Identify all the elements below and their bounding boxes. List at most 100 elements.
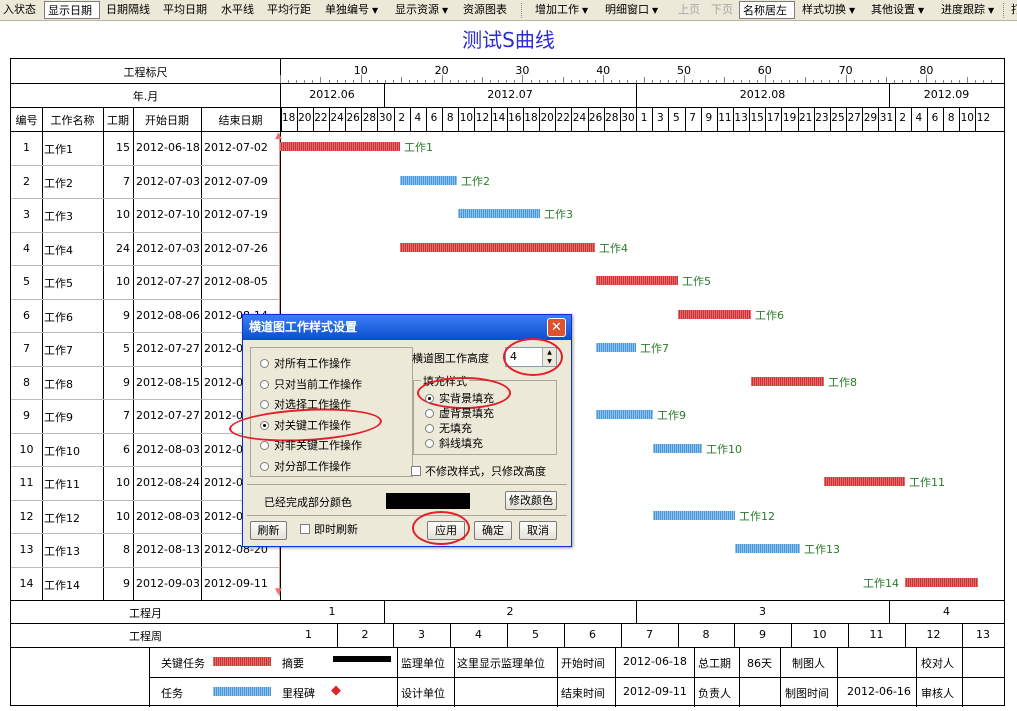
scope-option-radio[interactable]: 对选择工作操作 [260,398,351,412]
task-bar[interactable] [280,142,400,151]
month-header: 2012.09 [923,88,970,101]
change-color-button[interactable]: 修改颜色 [505,491,557,510]
table-row[interactable]: 12 工作12 10 2012-08-03 2012-0 [11,500,280,534]
toolbar-button-6[interactable]: 单独编号 ▼ [322,1,390,19]
close-icon[interactable]: ✕ [547,318,566,337]
day-label: 26 [588,112,603,124]
toolbar-button-11[interactable]: 上页 [675,1,705,19]
table-row[interactable]: 3 工作3 10 2012-07-10 2012-07-19 [11,198,280,232]
day-label: 2 [899,112,907,124]
table-row[interactable]: 8 工作8 9 2012-08-15 2012-0 [11,366,280,400]
toolbar-button-14[interactable]: 样式切换 ▼ [799,1,873,19]
toolbar-button-13[interactable]: 名称居左 [739,1,795,19]
instant-refresh-checkbox[interactable]: 即时刷新 [300,523,358,537]
toolbar-label: 入状态 [3,3,36,16]
table-row[interactable]: 14 工作14 9 2012-09-03 2012-09-11 [11,567,280,601]
scope-option-radio[interactable]: 只对当前工作操作 [260,378,362,392]
table-row[interactable]: 2 工作2 7 2012-07-03 2012-07-09 [11,165,280,199]
ruler-tick [304,80,306,83]
task-bar[interactable] [653,443,702,453]
legend-summary-label: 摘要 [282,657,304,670]
ruler-tick [336,80,338,83]
footer-month: 1 [328,605,336,618]
day-label: 29 [863,112,878,124]
day-label: 27 [847,112,861,124]
scope-option-label: 对选择工作操作 [274,398,351,411]
legend-total-label: 总工期 [698,657,731,670]
task-bar[interactable] [596,343,636,352]
task-bar[interactable] [735,544,800,553]
scope-option-radio[interactable]: 对非关键工作操作 [260,439,362,453]
keep-style-checkbox[interactable]: 不修改样式，只修改高度 [411,465,546,479]
toolbar-button-5[interactable]: 平均行距 [264,1,319,19]
table-row[interactable]: 13 工作13 8 2012-08-13 2012-08-20 [11,533,280,567]
ruler-tick [918,80,920,83]
toolbar-button-17[interactable]: 打 [1008,1,1017,19]
fill-option-radio[interactable]: 虚背景填充 [425,407,494,421]
table-row[interactable]: 10 工作10 6 2012-08-03 2012-0 [11,433,280,467]
task-bar[interactable] [653,510,735,520]
toolbar-button-15[interactable]: 其他设置 ▼ [868,1,942,19]
ruler-tick [643,77,645,83]
table-row[interactable]: 7 工作7 5 2012-07-27 2012-0 [11,332,280,366]
task-bar[interactable] [596,276,678,285]
task-bar[interactable] [400,242,595,252]
cancel-button[interactable]: 取消 [519,521,557,540]
fill-option-label: 无填充 [439,422,472,435]
ruler-tick [958,80,960,83]
done-color-swatch[interactable] [386,493,470,509]
grid-vline [397,647,398,707]
table-row[interactable]: 1 工作1 15 2012-06-18 2012-07-02 [11,131,280,165]
ruler-tick [538,80,540,83]
task-name: 工作8 [44,377,73,391]
toolbar-button-16[interactable]: 进度跟踪 ▼ [938,1,1012,19]
ruler-tick [288,80,290,83]
toolbar-button-8[interactable]: 资源图表 [460,1,516,19]
day-label: 15 [750,112,764,124]
task-bar[interactable] [678,309,751,319]
toolbar-button-4[interactable]: 水平线 [218,1,262,19]
fill-option-radio[interactable]: 斜线填充 [425,437,483,451]
table-row[interactable]: 4 工作4 24 2012-07-03 2012-07-26 [11,232,280,266]
day-label: 10 [459,112,474,124]
day-label: 7 [689,112,696,124]
toolbar-button-0[interactable]: 入状态 [0,1,42,19]
ruler-tick [611,80,613,83]
fill-option-radio[interactable]: 实背景填充 [425,392,494,406]
scope-option-radio[interactable]: 对所有工作操作 [260,357,351,371]
task-bar[interactable] [751,376,824,386]
task-duration: 9 [123,308,130,322]
ruler-tick [587,80,588,83]
task-bar[interactable] [458,209,540,218]
task-bar[interactable] [824,477,905,486]
refresh-button[interactable]: 刷新 [250,521,287,540]
ruler-tick [352,80,354,83]
ruler-tick [280,75,281,83]
toolbar-button-3[interactable]: 平均日期 [160,1,215,19]
toolbar-button-1[interactable]: 显示日期 [44,1,100,19]
task-bar[interactable] [905,577,978,587]
style-settings-dialog: 横道图工作样式设置 ✕ 横道图工作高度 4 ▲ ▼ 填充样式 不修改样式，只修改… [228,314,572,547]
table-row[interactable]: 6 工作6 9 2012-08-06 2012-08-14 [11,299,280,333]
task-start: 2012-07-27 [136,409,200,423]
legend-reviewer-label: 审核人 [921,687,954,700]
ok-button[interactable]: 确定 [474,521,512,540]
toolbar-button-9[interactable]: 增加工作 ▼ [532,1,600,19]
table-row[interactable]: 5 工作5 10 2012-07-27 2012-08-05 [11,265,280,299]
scope-option-radio[interactable]: 对关键工作操作 [260,419,351,433]
task-bar[interactable] [400,175,457,185]
table-row[interactable]: 11 工作11 10 2012-08-24 2012-0 [11,466,280,500]
annotation-circle-apply [412,511,470,545]
toolbar-button-12[interactable]: 下页 [708,1,738,19]
toolbar-separator [1003,3,1005,18]
scope-option-radio[interactable]: 对分部工作操作 [260,460,351,474]
task-bar[interactable] [596,410,653,419]
toolbar-button-7[interactable]: 显示资源 ▼ [392,1,460,19]
ruler-tick [482,77,483,83]
month-header: 2012.07 [487,88,533,101]
fill-option-radio[interactable]: 无填充 [425,422,472,436]
toolbar-button-2[interactable]: 日期隔线 [103,1,158,19]
height-label: 横道图工作高度 [412,352,489,365]
footer-month-label: 工程月 [129,607,162,620]
toolbar-button-10[interactable]: 明细窗口 ▼ [602,1,674,19]
